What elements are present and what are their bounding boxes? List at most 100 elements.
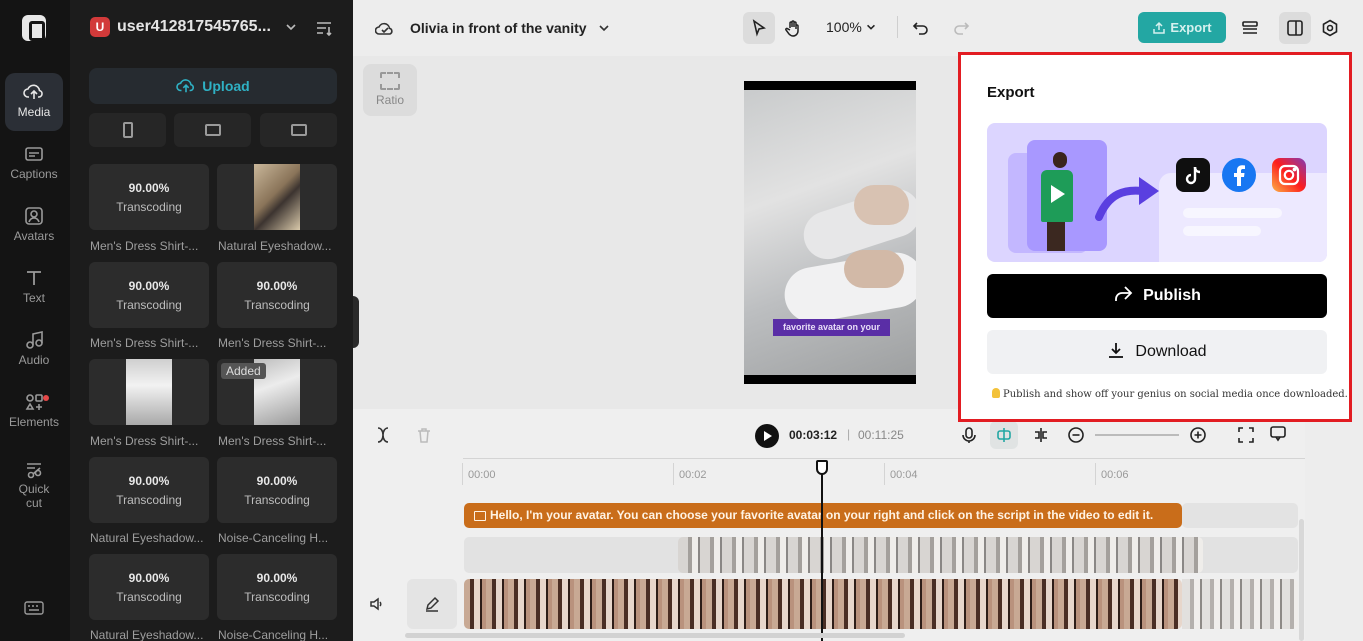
fullscreen-icon[interactable]	[1237, 426, 1255, 444]
rail-item-avatars[interactable]: Avatars	[5, 197, 63, 255]
settings-button[interactable]	[1314, 12, 1346, 44]
zoom-in-icon[interactable]	[1189, 426, 1207, 444]
undo-button[interactable]	[905, 12, 937, 44]
media-tile[interactable]: Added	[217, 359, 337, 425]
upload-label: Upload	[202, 78, 250, 94]
caption-toggle-icon[interactable]	[1269, 424, 1287, 442]
publish-button[interactable]: Publish	[987, 274, 1327, 318]
video-preview[interactable]: favorite avatar on your	[744, 81, 916, 384]
avatar-clip[interactable]	[678, 537, 1203, 573]
rail-item-captions[interactable]: Captions	[5, 135, 63, 193]
media-tile[interactable]: 90.00% Transcoding	[89, 554, 209, 620]
download-button[interactable]: Download	[987, 330, 1327, 374]
edit-track-button[interactable]	[407, 579, 457, 629]
username[interactable]: user412817545765...	[117, 18, 271, 36]
media-tile[interactable]: 90.00% Transcoding	[217, 457, 337, 523]
chevron-down-icon[interactable]	[865, 21, 877, 33]
split-clip-icon[interactable]	[1032, 426, 1050, 444]
transcode-percent: 90.00%	[128, 279, 170, 293]
volume-icon[interactable]	[369, 596, 385, 612]
media-tile[interactable]	[217, 164, 337, 230]
transcode-status: Transcoding	[244, 298, 310, 312]
media-tile[interactable]: 90.00% Transcoding	[89, 164, 209, 230]
layers-button[interactable]	[1234, 12, 1266, 44]
upload-button[interactable]: Upload	[89, 68, 337, 104]
panel-collapse-handle[interactable]	[353, 296, 359, 348]
timeline-zoom-slider[interactable]	[1095, 434, 1179, 436]
chevron-down-icon[interactable]	[597, 21, 611, 35]
app-logo-icon	[22, 15, 46, 41]
media-tile-name: Noise-Canceling H...	[218, 628, 329, 641]
vertical-scrollbar[interactable]	[1299, 519, 1304, 641]
time-ruler	[463, 458, 1305, 459]
filter-portrait-button[interactable]	[89, 113, 166, 147]
filter-video-button[interactable]	[174, 113, 251, 147]
rail-item-label: Text	[22, 291, 45, 305]
person-figure	[1053, 152, 1067, 168]
zoom-out-icon[interactable]	[1067, 426, 1085, 444]
main-video-clip[interactable]	[1182, 579, 1298, 629]
media-tile-name: Natural Eyeshadow...	[90, 531, 204, 545]
auto-snap-button[interactable]	[990, 421, 1018, 449]
rail-item-quick-cut[interactable]: Quick cut	[5, 450, 63, 512]
rail-item-elements[interactable]: Elements	[5, 383, 63, 441]
split-icon[interactable]	[374, 426, 392, 444]
chevron-down-icon[interactable]	[284, 20, 298, 34]
captions-icon	[25, 147, 43, 161]
playhead-handle[interactable]	[816, 460, 828, 475]
instagram-icon	[1272, 158, 1306, 192]
ratio-button[interactable]: Ratio	[363, 64, 417, 116]
zoom-level[interactable]: 100%	[826, 19, 862, 35]
horizontal-scrollbar[interactable]	[405, 633, 905, 638]
media-tile-name: Men's Dress Shirt-...	[90, 336, 199, 350]
time-separator: |	[847, 427, 851, 441]
media-tile[interactable]: 90.00% Transcoding	[217, 262, 337, 328]
split-panel-icon	[1287, 20, 1303, 36]
keyboard-icon[interactable]	[24, 600, 44, 616]
user-avatar[interactable]: U	[90, 17, 110, 37]
hand-tool-button[interactable]	[777, 12, 809, 44]
top-bar: Olivia in front of the vanity 100% Expor…	[353, 0, 1363, 56]
media-tile-name: Men's Dress Shirt-...	[218, 434, 327, 448]
quick-cut-icon	[27, 463, 42, 479]
export-button[interactable]: Export	[1138, 12, 1226, 43]
notification-dot	[43, 395, 49, 401]
media-tile-name: Noise-Canceling H...	[218, 531, 329, 545]
text-icon	[27, 271, 41, 285]
export-label: Export	[1170, 20, 1212, 35]
tick-label: 00:02	[673, 463, 707, 485]
panel-toggle-button[interactable]	[1279, 12, 1311, 44]
media-tile[interactable]: 90.00% Transcoding	[89, 262, 209, 328]
microphone-icon[interactable]	[960, 426, 978, 444]
phone-icon	[122, 122, 133, 138]
main-video-clip[interactable]	[464, 579, 1182, 629]
rail-item-text[interactable]: Text	[5, 259, 63, 317]
sort-icon[interactable]	[315, 19, 333, 37]
video-subtitle[interactable]: favorite avatar on your	[773, 319, 890, 336]
export-icon	[1153, 21, 1166, 34]
project-title[interactable]: Olivia in front of the vanity	[410, 20, 587, 36]
trash-icon[interactable]	[415, 426, 433, 444]
layers-icon	[1242, 21, 1258, 34]
transcode-percent: 90.00%	[256, 571, 298, 585]
dress-shirt-thumbnail	[126, 359, 172, 425]
export-popup-body: Export Publish Download Publish and show…	[964, 58, 1348, 416]
rail-item-label: Avatars	[13, 229, 55, 243]
rail-item-media[interactable]: Media	[5, 73, 63, 131]
transcode-status: Transcoding	[116, 298, 182, 312]
export-title: Export	[987, 84, 1035, 101]
added-badge: Added	[221, 363, 266, 379]
script-track[interactable]: Hello, I'm your avatar. You can choose y…	[464, 503, 1182, 528]
total-time: 00:11:25	[858, 428, 904, 442]
playhead[interactable]	[821, 460, 823, 641]
select-tool-button[interactable]	[743, 12, 775, 44]
media-tile[interactable]	[89, 359, 209, 425]
media-tile[interactable]: 90.00% Transcoding	[89, 457, 209, 523]
filter-landscape-button[interactable]	[260, 113, 337, 147]
redo-button[interactable]	[945, 12, 977, 44]
media-tile[interactable]: 90.00% Transcoding	[217, 554, 337, 620]
rail-item-audio[interactable]: Audio	[5, 321, 63, 379]
play-button[interactable]	[755, 424, 779, 448]
ratio-label: Ratio	[375, 93, 404, 107]
cloud-upload-icon	[23, 84, 43, 99]
